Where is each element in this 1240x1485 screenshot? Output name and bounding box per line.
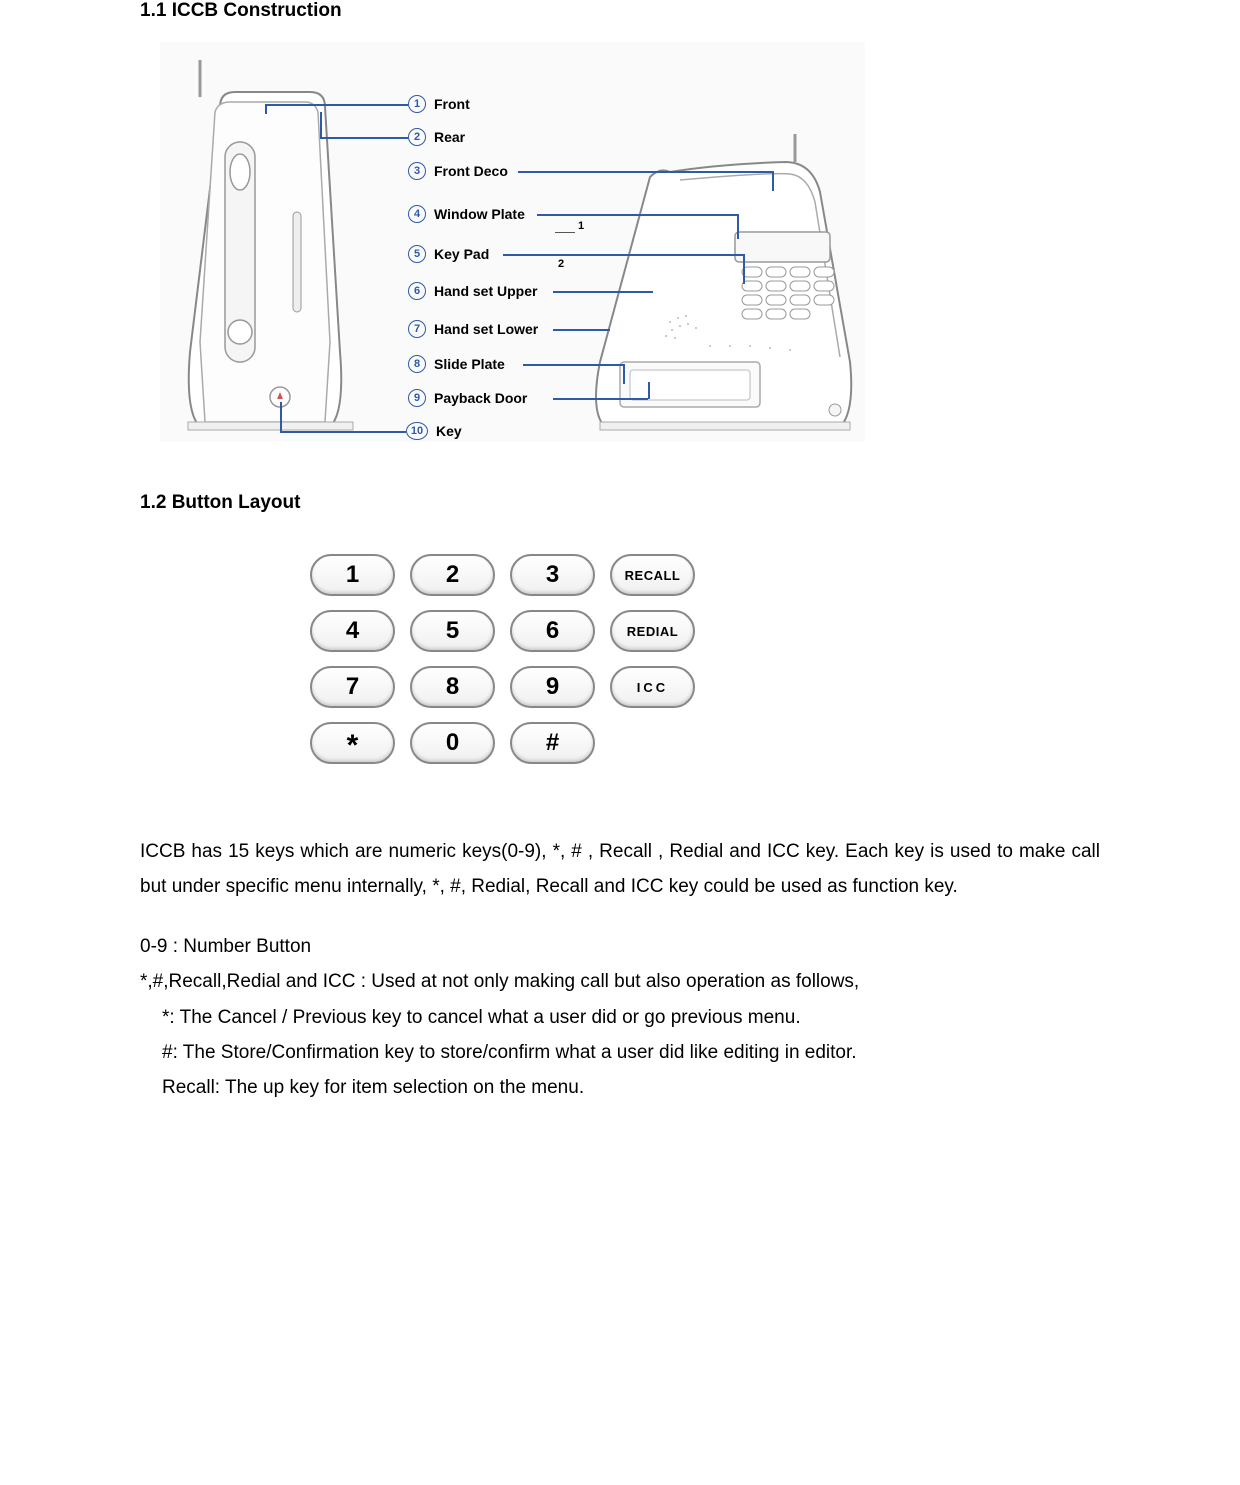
annot-text-6: Hand set Upper: [434, 283, 537, 299]
key-3: 3: [510, 554, 595, 596]
section-heading-1-1: 1.1 ICCB Construction: [140, 0, 1100, 22]
device-front-drawing: [170, 52, 370, 432]
def-line-3: *: The Cancel / Previous key to cancel w…: [140, 1000, 1100, 1035]
annot-text-2: Rear: [434, 129, 465, 145]
key-0: 0: [410, 722, 495, 764]
key-6: 6: [510, 610, 595, 652]
annot-text-9: Payback Door: [434, 390, 527, 406]
key-8: 8: [410, 666, 495, 708]
key-recall: RECALL: [610, 554, 695, 596]
annot-num-5: 5: [408, 245, 426, 263]
key-9: 9: [510, 666, 595, 708]
key-icc: ICC: [610, 666, 695, 708]
key-redial: REDIAL: [610, 610, 695, 652]
definitions-block: 0-9 : Number Button *,#,Recall,Redial an…: [140, 929, 1100, 1105]
def-line-2: *,#,Recall,Redial and ICC : Used at not …: [140, 964, 1100, 999]
annot-text-10: Key: [436, 423, 462, 439]
annot-num-2: 2: [408, 128, 426, 146]
annot-text-4: Window Plate: [434, 206, 525, 222]
annot-num-1: 1: [408, 95, 426, 113]
annot-text-3: Front Deco: [434, 163, 508, 179]
key-1: 1: [310, 554, 395, 596]
annot-num-8: 8: [408, 355, 426, 373]
key-2: 2: [410, 554, 495, 596]
annot-num-4: 4: [408, 205, 426, 223]
annot-text-8: Slide Plate: [434, 356, 505, 372]
paragraph-keys-description: ICCB has 15 keys which are numeric keys(…: [140, 834, 1100, 904]
annot-num-6: 6: [408, 282, 426, 300]
annot-num-9: 9: [408, 389, 426, 407]
annot-text-1: Front: [434, 96, 470, 112]
def-line-4: #: The Store/Confirmation key to store/c…: [140, 1035, 1100, 1070]
annot-text-5: Key Pad: [434, 246, 489, 262]
def-line-5: Recall: The up key for item selection on…: [140, 1070, 1100, 1105]
key-5: 5: [410, 610, 495, 652]
device-rear-drawing: [590, 132, 855, 432]
mini-annot-2: 2: [558, 258, 564, 270]
key-7: 7: [310, 666, 395, 708]
key-hash: #: [510, 722, 595, 764]
keypad-figure: 1 2 3 RECALL 4 5 6 REDIAL 7 8 9 ICC * 0 …: [310, 554, 710, 764]
def-line-1: 0-9 : Number Button: [140, 929, 1100, 964]
annot-num-3: 3: [408, 162, 426, 180]
section-heading-1-2: 1.2 Button Layout: [140, 492, 1100, 514]
construction-figure: 1 Front 2 Rear 3 Front Deco 4 Window Pla…: [160, 42, 865, 442]
key-4: 4: [310, 610, 395, 652]
annot-text-7: Hand set Lower: [434, 321, 538, 337]
key-star: *: [310, 722, 395, 764]
annot-num-7: 7: [408, 320, 426, 338]
annot-num-10: 10: [406, 422, 428, 440]
mini-annot-1: 1: [578, 220, 584, 232]
